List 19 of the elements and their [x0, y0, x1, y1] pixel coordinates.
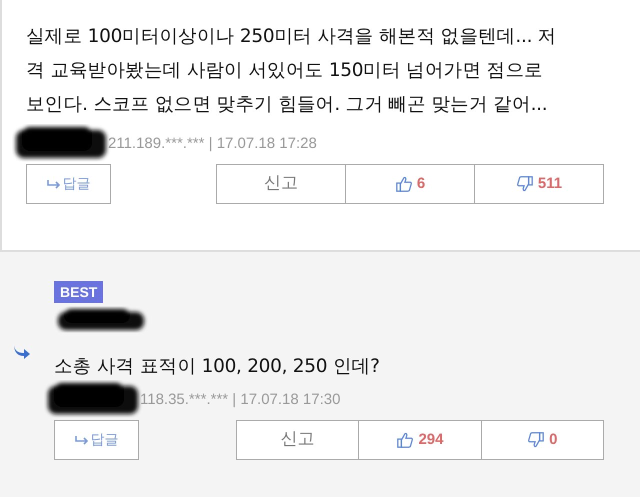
reply-arrow-icon	[46, 179, 60, 189]
best-badge: BEST	[54, 281, 104, 303]
reply-button[interactable]: 답글	[26, 164, 111, 204]
reply-button[interactable]: 답글	[54, 420, 139, 460]
thumbs-up-icon	[394, 175, 413, 193]
reply-arrow-icon	[74, 435, 88, 445]
like-button[interactable]: 6	[346, 165, 475, 203]
dislike-button[interactable]: 0	[482, 421, 603, 459]
thumbs-down-icon	[527, 431, 546, 449]
thumbs-up-icon	[396, 431, 414, 449]
comment-meta: 118.35.***.*** | 17.07.18 17:30	[140, 390, 340, 410]
report-button[interactable]: 신고	[237, 421, 360, 459]
report-button[interactable]: 신고	[217, 165, 346, 203]
dislike-button[interactable]: 511	[475, 165, 603, 203]
thumbs-down-icon	[516, 175, 534, 193]
like-button[interactable]: 294	[359, 421, 482, 459]
comment-meta: 211.189.***.*** | 17.07.18 17:28	[108, 134, 317, 154]
comment-text: 실제로 100미터이상이나 250미터 사격을 해본적 없을텐데... 저 격 교육받아봤는데 사람이 서있어도 150미터 넘어가면 점으로 보인다. 스코프 없으면 맞추기 힘들어. 그거 빼곤 맞는거 같어...	[26, 25, 558, 117]
comment-text: 소총 사격 표적이 100, 200, 250 인데?	[54, 355, 381, 379]
